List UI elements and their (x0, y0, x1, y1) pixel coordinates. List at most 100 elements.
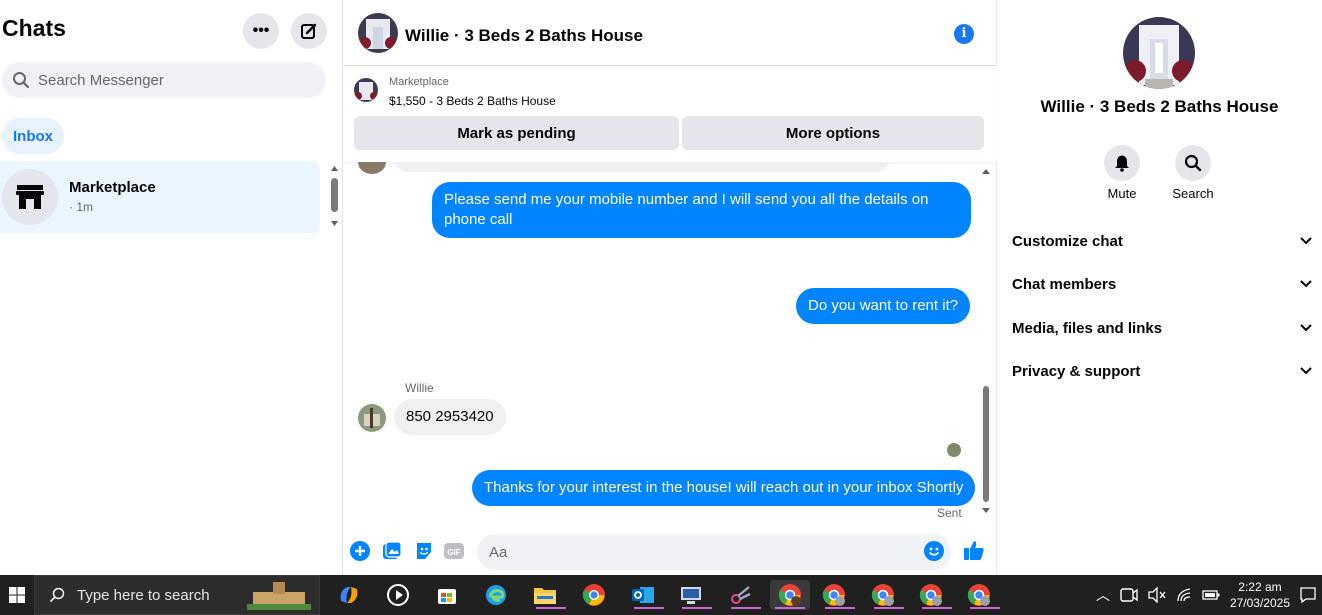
active-indicator (775, 607, 805, 609)
chevron-down-icon (1300, 237, 1312, 245)
message-input-placeholder: Aa (489, 543, 508, 561)
thumbs-up-icon[interactable] (963, 539, 985, 561)
search-icon (1184, 154, 1202, 172)
customize-chat-section[interactable]: Customize chat (1012, 226, 1312, 256)
microsoft-store-icon[interactable] (432, 580, 462, 610)
gif-icon[interactable]: GIF (444, 541, 464, 561)
media-player-icon[interactable] (383, 580, 413, 610)
wifi-icon[interactable] (1176, 587, 1192, 603)
active-indicator (731, 607, 761, 609)
message-bubble-incoming[interactable]: 850 2953420 (394, 399, 506, 435)
new-message-button[interactable] (291, 13, 327, 49)
outlook-icon[interactable] (628, 580, 664, 610)
compose-icon (301, 23, 317, 39)
remote-desktop-icon[interactable] (676, 580, 712, 610)
taskbar-search-placeholder: Type here to search (77, 586, 210, 604)
details-title: Willie · 3 Beds 2 Baths House (1040, 97, 1279, 116)
chrome-icon[interactable] (579, 580, 609, 610)
contact-avatar[interactable] (358, 13, 398, 53)
photo-icon[interactable] (382, 541, 402, 561)
clock-time: 2:22 am (1238, 580, 1282, 594)
copilot-app-icon[interactable] (334, 580, 364, 610)
message-bubble-outgoing[interactable]: Please send me your mobile number and I … (432, 182, 971, 238)
sticker-icon[interactable] (414, 541, 434, 561)
windows-logo-icon (9, 587, 25, 603)
more-options-button[interactable]: ••• (243, 13, 279, 49)
system-clock[interactable]: 2:22 am 27/03/2025 (1230, 579, 1290, 611)
inbox-filter-tab[interactable]: Inbox (2, 118, 64, 154)
mark-as-pending-button[interactable]: Mark as pending (354, 116, 679, 150)
conversation-title[interactable]: Willie · 3 Beds 2 Baths House (405, 26, 643, 46)
edge-browser-icon[interactable] (481, 580, 511, 610)
emoji-icon[interactable] (924, 541, 944, 561)
chrome-profile-window[interactable] (916, 580, 952, 610)
section-label: Customize chat (1012, 232, 1123, 250)
marketplace-label: Marketplace (389, 76, 449, 88)
active-indicator (970, 607, 1000, 609)
file-explorer-icon[interactable] (530, 580, 566, 610)
conversation-scrollbar[interactable] (980, 162, 992, 522)
chrome-profile-window[interactable] (819, 580, 855, 610)
mute-button[interactable]: Mute (1092, 145, 1152, 201)
marketplace-avatar (2, 169, 58, 225)
house-photo (354, 78, 378, 102)
active-indicator (825, 607, 855, 609)
message-bubble-partial (394, 162, 890, 172)
sidebar-scrollbar[interactable] (329, 163, 340, 229)
bell-icon (1115, 155, 1129, 172)
windows-taskbar: Type here to search ︿ 2:22 am 27/03/2025 (0, 575, 1322, 615)
volume-muted-icon[interactable] (1148, 587, 1166, 603)
start-button[interactable] (0, 575, 34, 615)
notification-icon[interactable] (1300, 587, 1316, 603)
battery-icon[interactable] (1202, 589, 1220, 601)
active-indicator (922, 607, 952, 609)
chrome-profile-window-active[interactable] (770, 580, 810, 610)
search-conversation-button[interactable]: Search (1163, 145, 1223, 201)
section-label: Media, files and links (1012, 319, 1163, 337)
taskbar-search-box[interactable]: Type here to search (34, 575, 320, 615)
search-icon (49, 587, 65, 603)
ellipsis-icon: ••• (252, 22, 270, 39)
chat-members-section[interactable]: Chat members (1012, 269, 1312, 299)
conversation-pane: Willie · 3 Beds 2 Baths House i Marketpl… (343, 0, 997, 575)
message-bubble-outgoing[interactable]: Do you want to rent it? (796, 288, 971, 324)
chevron-down-icon (1300, 280, 1312, 288)
details-panel: Willie · 3 Beds 2 Baths House Mute Searc… (997, 0, 1322, 575)
section-label: Chat members (1012, 275, 1117, 293)
sidebar-title: Chats (2, 15, 66, 41)
listing-thumbnail[interactable] (354, 78, 378, 102)
chats-sidebar: Chats ••• Search Messenger Inbox Marketp… (0, 0, 343, 575)
svg-text:GIF: GIF (447, 548, 460, 557)
media-files-links-section[interactable]: Media, files and links (1012, 313, 1312, 343)
snipping-tool-icon[interactable] (725, 580, 761, 610)
chat-list-item[interactable]: Marketplace · 1m (0, 161, 320, 233)
info-icon[interactable]: i (954, 24, 974, 44)
search-label: Search (1172, 186, 1214, 201)
listing-title[interactable]: $1,550 - 3 Beds 2 Baths House (389, 94, 556, 108)
conversation-header: Willie · 3 Beds 2 Baths House i (343, 0, 997, 66)
privacy-support-section[interactable]: Privacy & support (1012, 356, 1312, 386)
chat-time: · 1m (69, 200, 93, 214)
marketplace-listing-bar: Marketplace $1,550 - 3 Beds 2 Baths Hous… (343, 66, 997, 162)
clock-date: 27/03/2025 (1229, 596, 1290, 610)
message-input[interactable]: Aa (477, 534, 951, 570)
contact-profile-photo[interactable] (1123, 17, 1195, 89)
house-photo (358, 13, 398, 53)
chevron-down-icon (1300, 324, 1312, 332)
meet-now-icon[interactable] (1120, 587, 1138, 603)
sender-avatar[interactable] (358, 404, 386, 432)
search-placeholder: Search Messenger (38, 71, 164, 89)
more-options-button[interactable]: More options (682, 116, 984, 150)
message-bubble-outgoing[interactable]: Thanks for your interest in the houseI w… (472, 470, 976, 506)
message-list: Please send me your mobile number and I … (343, 162, 997, 524)
search-icon (13, 72, 30, 89)
system-tray: ︿ 2:22 am 27/03/2025 (1096, 575, 1322, 615)
chrome-profile-window[interactable] (964, 580, 1000, 610)
sender-avatar (358, 162, 386, 174)
active-indicator (634, 607, 664, 609)
search-messenger-input[interactable]: Search Messenger (2, 62, 326, 98)
storefront-icon (16, 185, 44, 209)
plus-icon[interactable] (350, 541, 370, 561)
chrome-profile-window[interactable] (868, 580, 904, 610)
chevron-up-icon[interactable]: ︿ (1096, 585, 1110, 605)
